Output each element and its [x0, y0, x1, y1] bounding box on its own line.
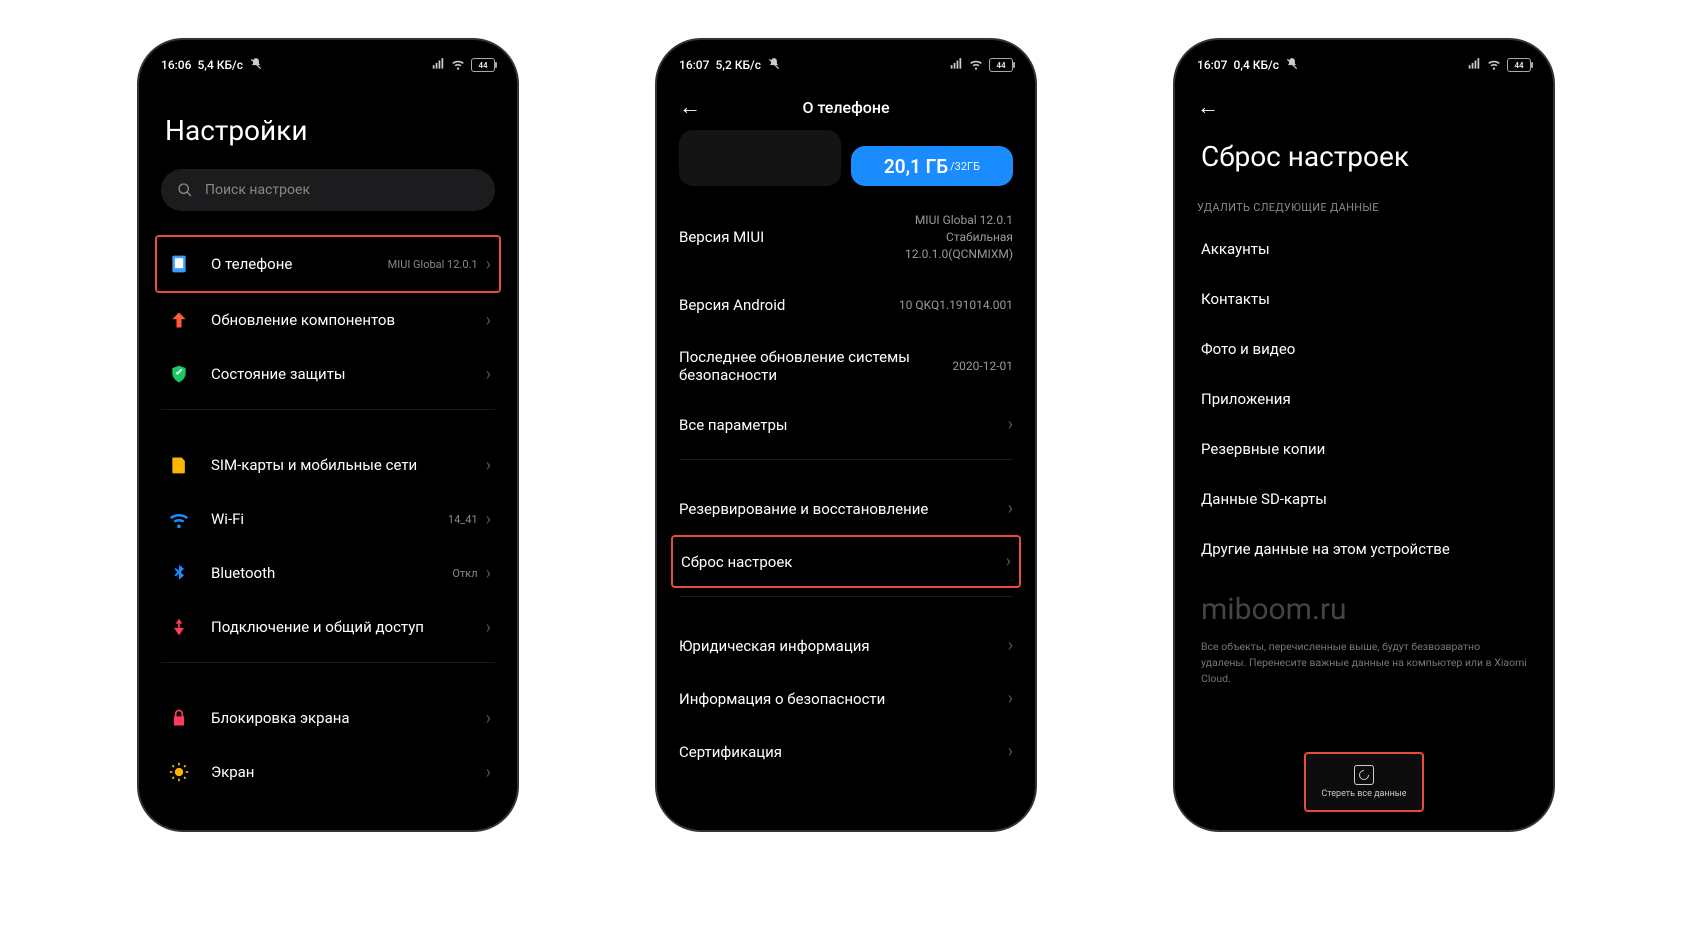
signal-icon — [949, 57, 963, 74]
signal-icon — [431, 57, 445, 74]
share-icon — [165, 613, 193, 641]
row-system-update[interactable]: Обновление компонентов › — [161, 293, 495, 347]
row-miui-version[interactable]: Версия MIUI MIUI Global 12.0.1 Стабильна… — [661, 198, 1031, 276]
signal-icon — [1467, 57, 1481, 74]
row-backup[interactable]: Резервирование и восстановление › — [661, 482, 1031, 535]
row-legal[interactable]: Юридическая информация › — [661, 619, 1031, 672]
search-input[interactable]: Поиск настроек — [161, 169, 495, 211]
page-title: Настройки — [165, 114, 495, 147]
row-wifi[interactable]: Wi-Fi 14_41 › — [161, 492, 495, 546]
page-title: Сброс настроек — [1201, 140, 1549, 173]
row-sharing[interactable]: Подключение и общий доступ › — [161, 600, 495, 654]
storage-card-blue[interactable]: 20,1 ГБ/32ГБ — [851, 146, 1013, 186]
chevron-right-icon: › — [486, 509, 491, 530]
erase-all-button[interactable]: Стереть все данные — [1304, 752, 1424, 812]
status-net: 5,4 КБ/с — [197, 58, 243, 72]
mute-icon — [249, 57, 263, 74]
header: ← О телефоне — [661, 80, 1031, 130]
item-photos: Фото и видео — [1179, 324, 1549, 374]
row-android-version[interactable]: Версия Android 10 QKQ1.191014.001 — [661, 276, 1031, 334]
row-certification[interactable]: Сертификация › — [661, 725, 1031, 778]
search-icon — [177, 182, 193, 198]
row-safety-info[interactable]: Информация о безопасности › — [661, 672, 1031, 725]
phone-icon — [165, 250, 193, 278]
search-placeholder: Поиск настроек — [205, 182, 310, 198]
chevron-right-icon: › — [486, 563, 491, 584]
row-all-specs[interactable]: Все параметры › — [661, 398, 1031, 451]
chevron-right-icon: › — [486, 708, 491, 729]
chevron-right-icon: › — [1008, 741, 1013, 762]
item-accounts: Аккаунты — [1179, 224, 1549, 274]
item-backups: Резервные копии — [1179, 424, 1549, 474]
status-time: 16:07 — [679, 58, 709, 72]
storage-cards: 20,1 ГБ/32ГБ — [661, 130, 1031, 198]
mute-icon — [767, 57, 781, 74]
row-display[interactable]: Экран › — [161, 745, 495, 799]
item-apps: Приложения — [1179, 374, 1549, 424]
status-net: 0,4 КБ/с — [1233, 58, 1279, 72]
item-other: Другие данные на этом устройстве — [1179, 524, 1549, 574]
sim-icon — [165, 451, 193, 479]
status-time: 16:06 — [161, 58, 191, 72]
back-button[interactable]: ← — [1197, 94, 1219, 120]
status-bar: 16:07 5,2 КБ/с 44 — [661, 44, 1031, 80]
bluetooth-icon — [165, 559, 193, 587]
chevron-right-icon: › — [486, 455, 491, 476]
chevron-right-icon: › — [486, 254, 491, 275]
status-time: 16:07 — [1197, 58, 1227, 72]
chevron-right-icon: › — [486, 364, 491, 385]
wifi-icon — [1487, 57, 1501, 74]
wifi-icon — [451, 57, 465, 74]
wifi-icon — [969, 57, 983, 74]
phone-reset: 16:07 0,4 КБ/с 44 ← Сброс настроек УДАЛИ… — [1175, 40, 1553, 830]
battery-icon: 44 — [471, 58, 495, 72]
chevron-right-icon: › — [1008, 688, 1013, 709]
row-bluetooth[interactable]: Bluetooth Откл › — [161, 546, 495, 600]
item-contacts: Контакты — [1179, 274, 1549, 324]
back-button[interactable]: ← — [679, 94, 701, 120]
reset-icon — [1354, 765, 1374, 785]
row-lockscreen[interactable]: Блокировка экрана › — [161, 691, 495, 745]
page-title: О телефоне — [661, 98, 1031, 117]
battery-icon: 44 — [1507, 58, 1531, 72]
watermark: miboom.ru — [1179, 574, 1549, 635]
chevron-right-icon: › — [1008, 414, 1013, 435]
chevron-right-icon: › — [486, 617, 491, 638]
chevron-right-icon: › — [486, 310, 491, 331]
storage-card-dark[interactable] — [679, 130, 841, 186]
phone-about: 16:07 5,2 КБ/с 44 ← О телефоне 20,1 ГБ/3… — [657, 40, 1035, 830]
chevron-right-icon: › — [1008, 635, 1013, 656]
row-factory-reset[interactable]: Сброс настроек › — [671, 535, 1021, 588]
shield-icon — [165, 360, 193, 388]
section-header: УДАЛИТЬ СЛЕДУЮЩИЕ ДАННЫЕ — [1179, 183, 1549, 224]
battery-icon: 44 — [989, 58, 1013, 72]
status-net: 5,2 КБ/с — [715, 58, 761, 72]
arrow-up-icon — [165, 306, 193, 334]
row-security-patch[interactable]: Последнее обновление системы безопасност… — [661, 334, 1031, 398]
mute-icon — [1285, 57, 1299, 74]
status-bar: 16:06 5,4 КБ/с 44 — [143, 44, 513, 80]
chevron-right-icon: › — [1008, 498, 1013, 519]
header: ← — [1179, 80, 1549, 130]
phone-settings: 16:06 5,4 КБ/с 44 Настройки Поиск на — [139, 40, 517, 830]
row-sim[interactable]: SIM-карты и мобильные сети › — [161, 438, 495, 492]
lock-icon — [165, 704, 193, 732]
chevron-right-icon: › — [486, 762, 491, 783]
row-about-phone[interactable]: О телефоне MIUI Global 12.0.1 › — [155, 235, 501, 293]
item-sd: Данные SD-карты — [1179, 474, 1549, 524]
wifi-icon — [165, 505, 193, 533]
chevron-right-icon: › — [1006, 551, 1011, 572]
footnote: Все объекты, перечисленные выше, будут б… — [1179, 635, 1549, 698]
brightness-icon — [165, 758, 193, 786]
row-security-status[interactable]: Состояние защиты › — [161, 347, 495, 401]
status-bar: 16:07 0,4 КБ/с 44 — [1179, 44, 1549, 80]
